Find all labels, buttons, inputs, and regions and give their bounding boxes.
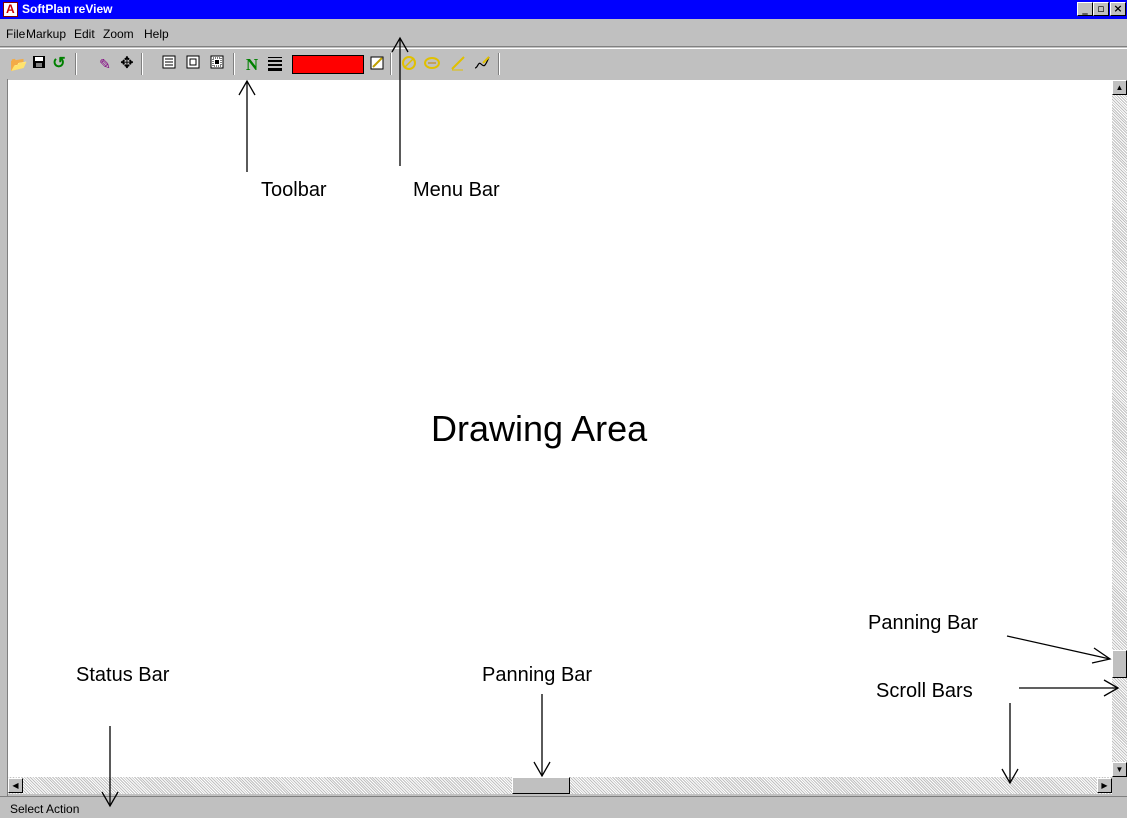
annotation-toolbar: Toolbar	[261, 179, 327, 201]
toolbar-separator	[498, 53, 500, 75]
horizontal-panning-thumb[interactable]	[512, 777, 570, 794]
menu-bar: File Markup Edit Zoom Help	[0, 19, 1127, 47]
annotation-panning-bar-right: Panning Bar	[868, 612, 979, 634]
cloud-markup-icon[interactable]	[423, 55, 441, 73]
status-bar: Select Action	[0, 796, 1127, 818]
annotation-menu-bar: Menu Bar	[413, 179, 500, 201]
markup-color-swatch[interactable]	[292, 55, 364, 74]
north-icon[interactable]: N	[243, 55, 261, 74]
close-button[interactable]: ×	[1110, 2, 1126, 16]
move-cross-icon[interactable]: ✥	[118, 55, 136, 73]
scroll-up-arrow-icon[interactable]: ▲	[1112, 80, 1127, 95]
scroll-right-arrow-icon[interactable]: ▶	[1097, 778, 1112, 793]
pencil-markup-icon[interactable]	[449, 55, 467, 73]
zoom-extents-icon[interactable]	[208, 55, 226, 73]
toolbar-separator	[141, 53, 143, 75]
app-icon[interactable]: A	[3, 2, 18, 17]
scrollbar-corner	[1112, 777, 1127, 794]
toolbar: 📂 ↺ ✎ ✥ N	[0, 48, 1127, 79]
menu-markup[interactable]: Markup	[26, 27, 66, 41]
maximize-button[interactable]: ▫	[1093, 2, 1109, 16]
eraser-brush-icon[interactable]: ✎	[96, 55, 114, 73]
annotation-status-bar: Status Bar	[76, 664, 170, 686]
minimize-button[interactable]: _	[1077, 2, 1093, 16]
toolbar-separator	[75, 53, 77, 75]
toolbar-separator	[233, 53, 235, 75]
toolbar-separator	[390, 53, 392, 75]
status-text: Select Action	[10, 802, 80, 816]
annotation-panning-bar-bottom: Panning Bar	[482, 664, 593, 686]
menu-file[interactable]: File	[6, 27, 25, 41]
freehand-markup-icon[interactable]	[473, 55, 491, 73]
zoom-box-icon[interactable]	[184, 55, 202, 73]
menu-help[interactable]: Help	[144, 27, 169, 41]
window-frame-left	[0, 79, 8, 798]
view-page-icon[interactable]	[160, 55, 178, 73]
circle-markup-icon[interactable]	[400, 55, 418, 73]
annotation-scroll-bars: Scroll Bars	[876, 680, 973, 702]
undo-arrow-icon[interactable]: ↺	[50, 55, 68, 73]
open-folder-icon[interactable]: 📂	[10, 55, 28, 73]
scroll-left-arrow-icon[interactable]: ◀	[8, 778, 23, 793]
window-title: SoftPlan reView	[22, 2, 113, 16]
menu-zoom[interactable]: Zoom	[103, 27, 134, 41]
scroll-down-arrow-icon[interactable]: ▼	[1112, 762, 1127, 777]
title-bar[interactable]: A SoftPlan reView _ ▫ ×	[0, 0, 1127, 19]
line-weight-icon[interactable]	[266, 55, 284, 73]
edit-note-icon[interactable]	[368, 55, 386, 73]
annotation-drawing-area: Drawing Area	[431, 408, 648, 449]
menu-edit[interactable]: Edit	[74, 27, 95, 41]
save-disk-icon[interactable]	[30, 55, 48, 73]
vertical-panning-thumb[interactable]	[1112, 650, 1127, 678]
application-window: A SoftPlan reView _ ▫ × File Markup Edit…	[0, 0, 1127, 818]
